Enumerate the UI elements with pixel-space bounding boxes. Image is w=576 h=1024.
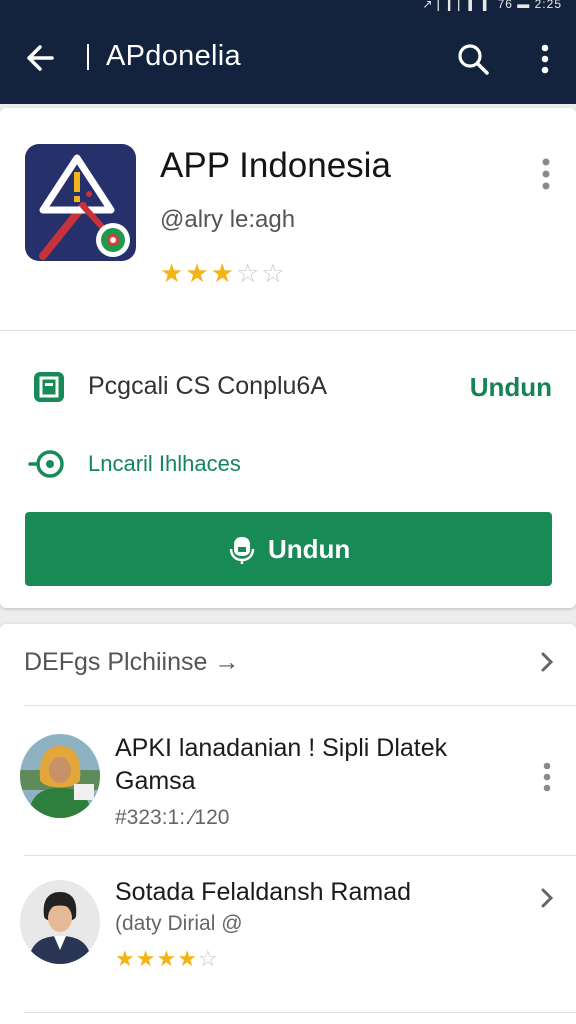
star-filled-icon: ★	[210, 258, 236, 288]
status-indicators: ↗ ▏▎▏▍ ▍ 76 ▬ 2:25	[422, 0, 562, 11]
list-item-title: APKI lanadanian ! Sipli Dlatek Gamsa	[115, 734, 448, 795]
chevron-right-icon[interactable]	[538, 886, 556, 910]
chevron-right-icon[interactable]	[538, 650, 556, 674]
avatar-photo-icon	[20, 880, 100, 964]
list-item[interactable]: APKI lanadanian ! Sipli Dlatek Gamsa #32…	[0, 724, 576, 854]
list-item-rating: ★★★★☆	[115, 946, 219, 972]
app-icon	[25, 144, 136, 261]
star-filled-icon: ★	[160, 258, 186, 288]
search-icon[interactable]	[454, 40, 492, 78]
title-separator	[87, 44, 89, 70]
target-link-icon	[28, 450, 64, 478]
star-filled-icon: ★	[185, 258, 211, 288]
microphone-icon	[229, 537, 255, 564]
app-bar-title: APdonelia	[106, 40, 241, 72]
related-section-card: DEFgs Plchiinse → APKI lanadanian ! Sipl…	[0, 624, 576, 1024]
back-arrow-icon[interactable]	[22, 38, 62, 78]
item-overflow-menu-icon[interactable]	[538, 760, 556, 794]
star-filled-icon: ★	[135, 946, 157, 971]
item-divider	[24, 855, 576, 856]
list-item-subtitle: (daty Dirial @	[115, 912, 243, 935]
app-rating: ★★★☆☆	[160, 258, 287, 289]
item-divider	[24, 1012, 576, 1013]
card-divider	[0, 330, 576, 331]
info-row: Pcgcali CS Conplu6A Undun	[32, 368, 552, 408]
link-row-label: Lncaril Ihlhaces	[88, 451, 241, 476]
install-button-label: Undun	[268, 534, 351, 564]
star-empty-icon: ☆	[261, 258, 287, 288]
list-item-subtitle: #323:1:.⁄120	[115, 806, 230, 829]
section-divider	[24, 705, 576, 706]
star-empty-icon: ☆	[197, 946, 219, 971]
star-filled-icon: ★	[156, 946, 178, 971]
avatar	[20, 880, 100, 964]
avatar-photo-icon	[20, 734, 100, 818]
info-row-action[interactable]: Undun	[470, 372, 552, 403]
app-bar: APdonelia	[0, 14, 576, 104]
app-name: APP Indonesia	[160, 146, 391, 185]
developer-name[interactable]: @alry le:agh	[160, 206, 295, 234]
link-row[interactable]: Lncaril Ihlhaces	[28, 448, 428, 482]
section-title[interactable]: DEFgs Plchiinse →	[24, 648, 239, 677]
info-row-label: Pcgcali CS Conplu6A	[88, 372, 328, 400]
document-icon	[34, 372, 64, 402]
list-item[interactable]: Sotada Felaldansh Ramad (daty Dirial @ ★…	[0, 872, 576, 1012]
avatar	[20, 734, 100, 818]
app-details-card: APP Indonesia @alry le:agh ★★★☆☆ Pcgcali…	[0, 108, 576, 608]
star-filled-icon: ★	[177, 946, 198, 971]
app-overflow-menu-icon[interactable]	[534, 152, 558, 192]
warning-logo-icon	[39, 154, 130, 260]
status-bar: ↗ ▏▎▏▍ ▍ 76 ▬ 2:25	[0, 0, 576, 14]
star-filled-icon: ★	[115, 946, 136, 971]
overflow-menu-icon[interactable]	[532, 40, 558, 78]
list-item-title: Sotada Felaldansh Ramad	[115, 878, 412, 906]
install-button[interactable]: Undun	[25, 512, 552, 586]
star-empty-icon: ☆	[235, 258, 262, 288]
